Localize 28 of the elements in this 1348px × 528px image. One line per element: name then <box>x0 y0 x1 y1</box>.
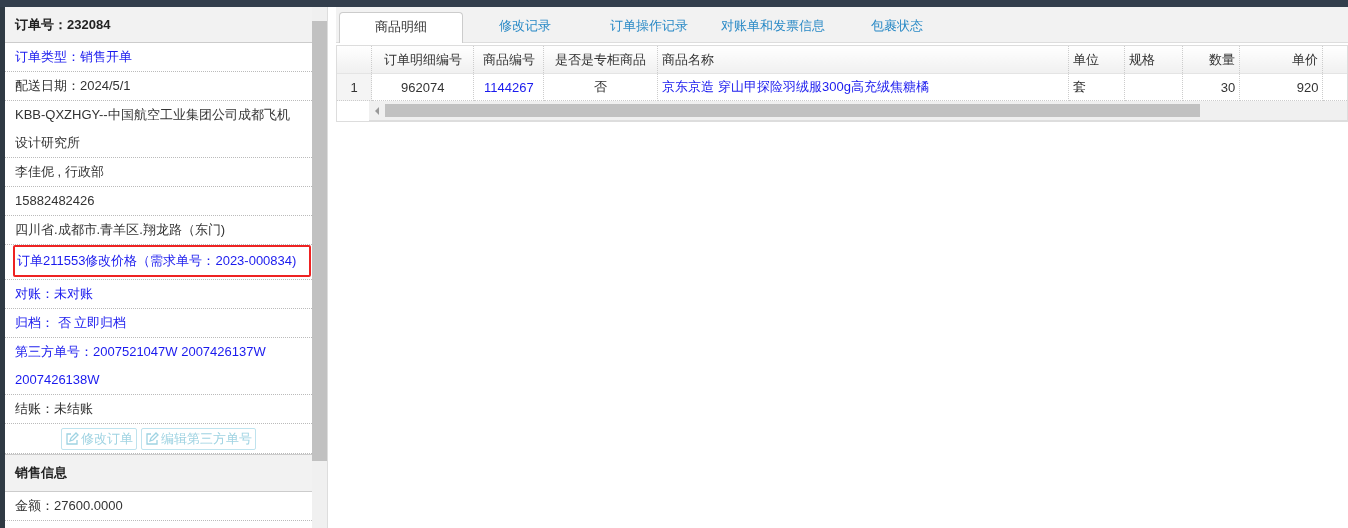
highlighted-note: 订单211553修改价格（需求单号：2023-000834) <box>13 245 311 277</box>
cell-link[interactable]: 1144267 <box>473 73 544 101</box>
cell-link[interactable]: 京东京造 穿山甲探险羽绒服300g高充绒焦糖橘 <box>657 73 1069 101</box>
section-title: 销售信息 <box>5 454 312 492</box>
row-number: 1 <box>337 73 372 101</box>
column-header[interactable]: 单位 <box>1068 46 1125 74</box>
column-header[interactable]: 数量 <box>1182 46 1240 74</box>
table-cell: 30 <box>1182 73 1240 101</box>
table-cell: 套 <box>1068 73 1125 101</box>
edit-icon <box>145 432 159 446</box>
table-cell: 920 <box>1239 73 1323 101</box>
column-header[interactable]: 商品名称 <box>657 46 1069 74</box>
order-number: 订单号：232084 <box>5 7 312 43</box>
tab[interactable]: 订单操作记录 <box>587 12 711 42</box>
column-header[interactable]: 规格 <box>1124 46 1183 74</box>
vertical-scrollbar[interactable] <box>312 7 327 528</box>
column-header[interactable]: 是否是专柜商品 <box>543 46 658 74</box>
table-cell: 否 <box>543 73 658 101</box>
tab[interactable]: 包裹状态 <box>835 12 959 42</box>
tab[interactable]: 商品明细 <box>339 12 463 43</box>
horizontal-scrollbar[interactable] <box>369 101 1347 121</box>
column-header[interactable]: 订单明细编号 <box>371 46 474 74</box>
edit-icon <box>65 432 79 446</box>
tab[interactable]: 对账单和发票信息 <box>711 12 835 42</box>
column-header[interactable]: 单价 <box>1239 46 1323 74</box>
column-header[interactable]: 商品编号 <box>473 46 544 74</box>
table-cell: 962074 <box>371 73 474 101</box>
tab[interactable]: 修改记录 <box>463 12 587 42</box>
